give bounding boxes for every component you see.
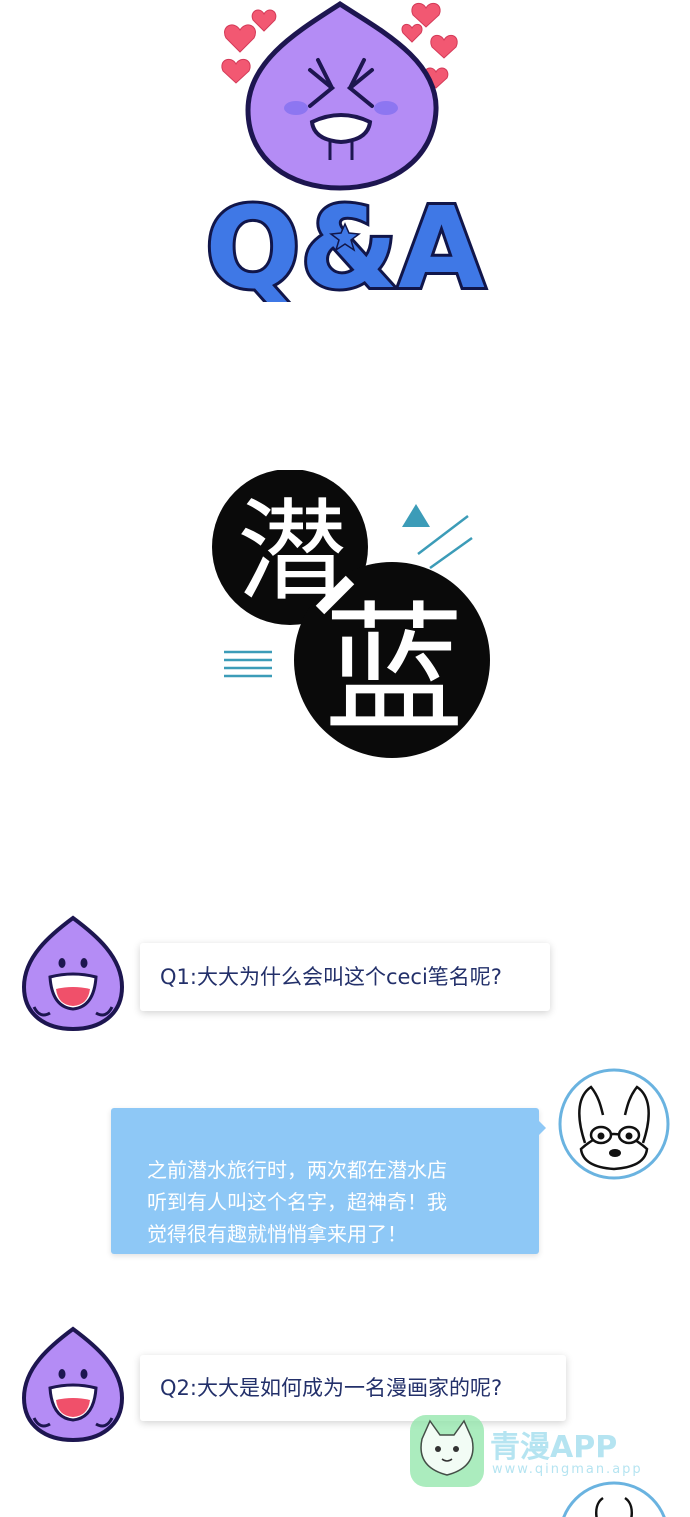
title-char-bottom: 蓝 bbox=[324, 589, 464, 752]
header-mascot bbox=[221, 1, 458, 191]
question-bubble-q1: Q1:大大为什么会叫这个ceci笔名呢? bbox=[140, 943, 550, 1011]
triangle-icon bbox=[402, 504, 430, 527]
question-text: Q1:大大为什么会叫这个ceci笔名呢? bbox=[160, 965, 502, 989]
rabbit-author-avatar bbox=[558, 1068, 670, 1180]
answer-pointer bbox=[538, 1120, 546, 1136]
answer-bubble-a1: 之前潜水旅行时，两次都在潜水店 听到有人叫这个名字，超神奇！我 觉得很有趣就悄悄… bbox=[111, 1108, 539, 1254]
qa-logo: Q&A bbox=[202, 182, 488, 302]
question-bubble-q2: Q2:大大是如何成为一名漫画家的呢? bbox=[140, 1355, 566, 1421]
purple-mascot-avatar bbox=[21, 915, 125, 1032]
purple-mascot-avatar-2 bbox=[21, 1326, 125, 1443]
answer-text: 之前潜水旅行时，两次都在潜水店 听到有人叫这个名字，超神奇！我 觉得很有趣就悄悄… bbox=[147, 1158, 447, 1246]
cat-logo-icon bbox=[410, 1415, 484, 1487]
question-text: Q2:大大是如何成为一名漫画家的呢? bbox=[160, 1376, 503, 1400]
rabbit-author-avatar-partial bbox=[562, 1481, 666, 1517]
watermark-brand: 青漫APP bbox=[490, 1430, 618, 1465]
title-art: 潜 蓝 bbox=[212, 470, 490, 758]
mascot-mouth bbox=[309, 113, 373, 145]
watermark-url: www.qingman.app bbox=[492, 1462, 643, 1477]
